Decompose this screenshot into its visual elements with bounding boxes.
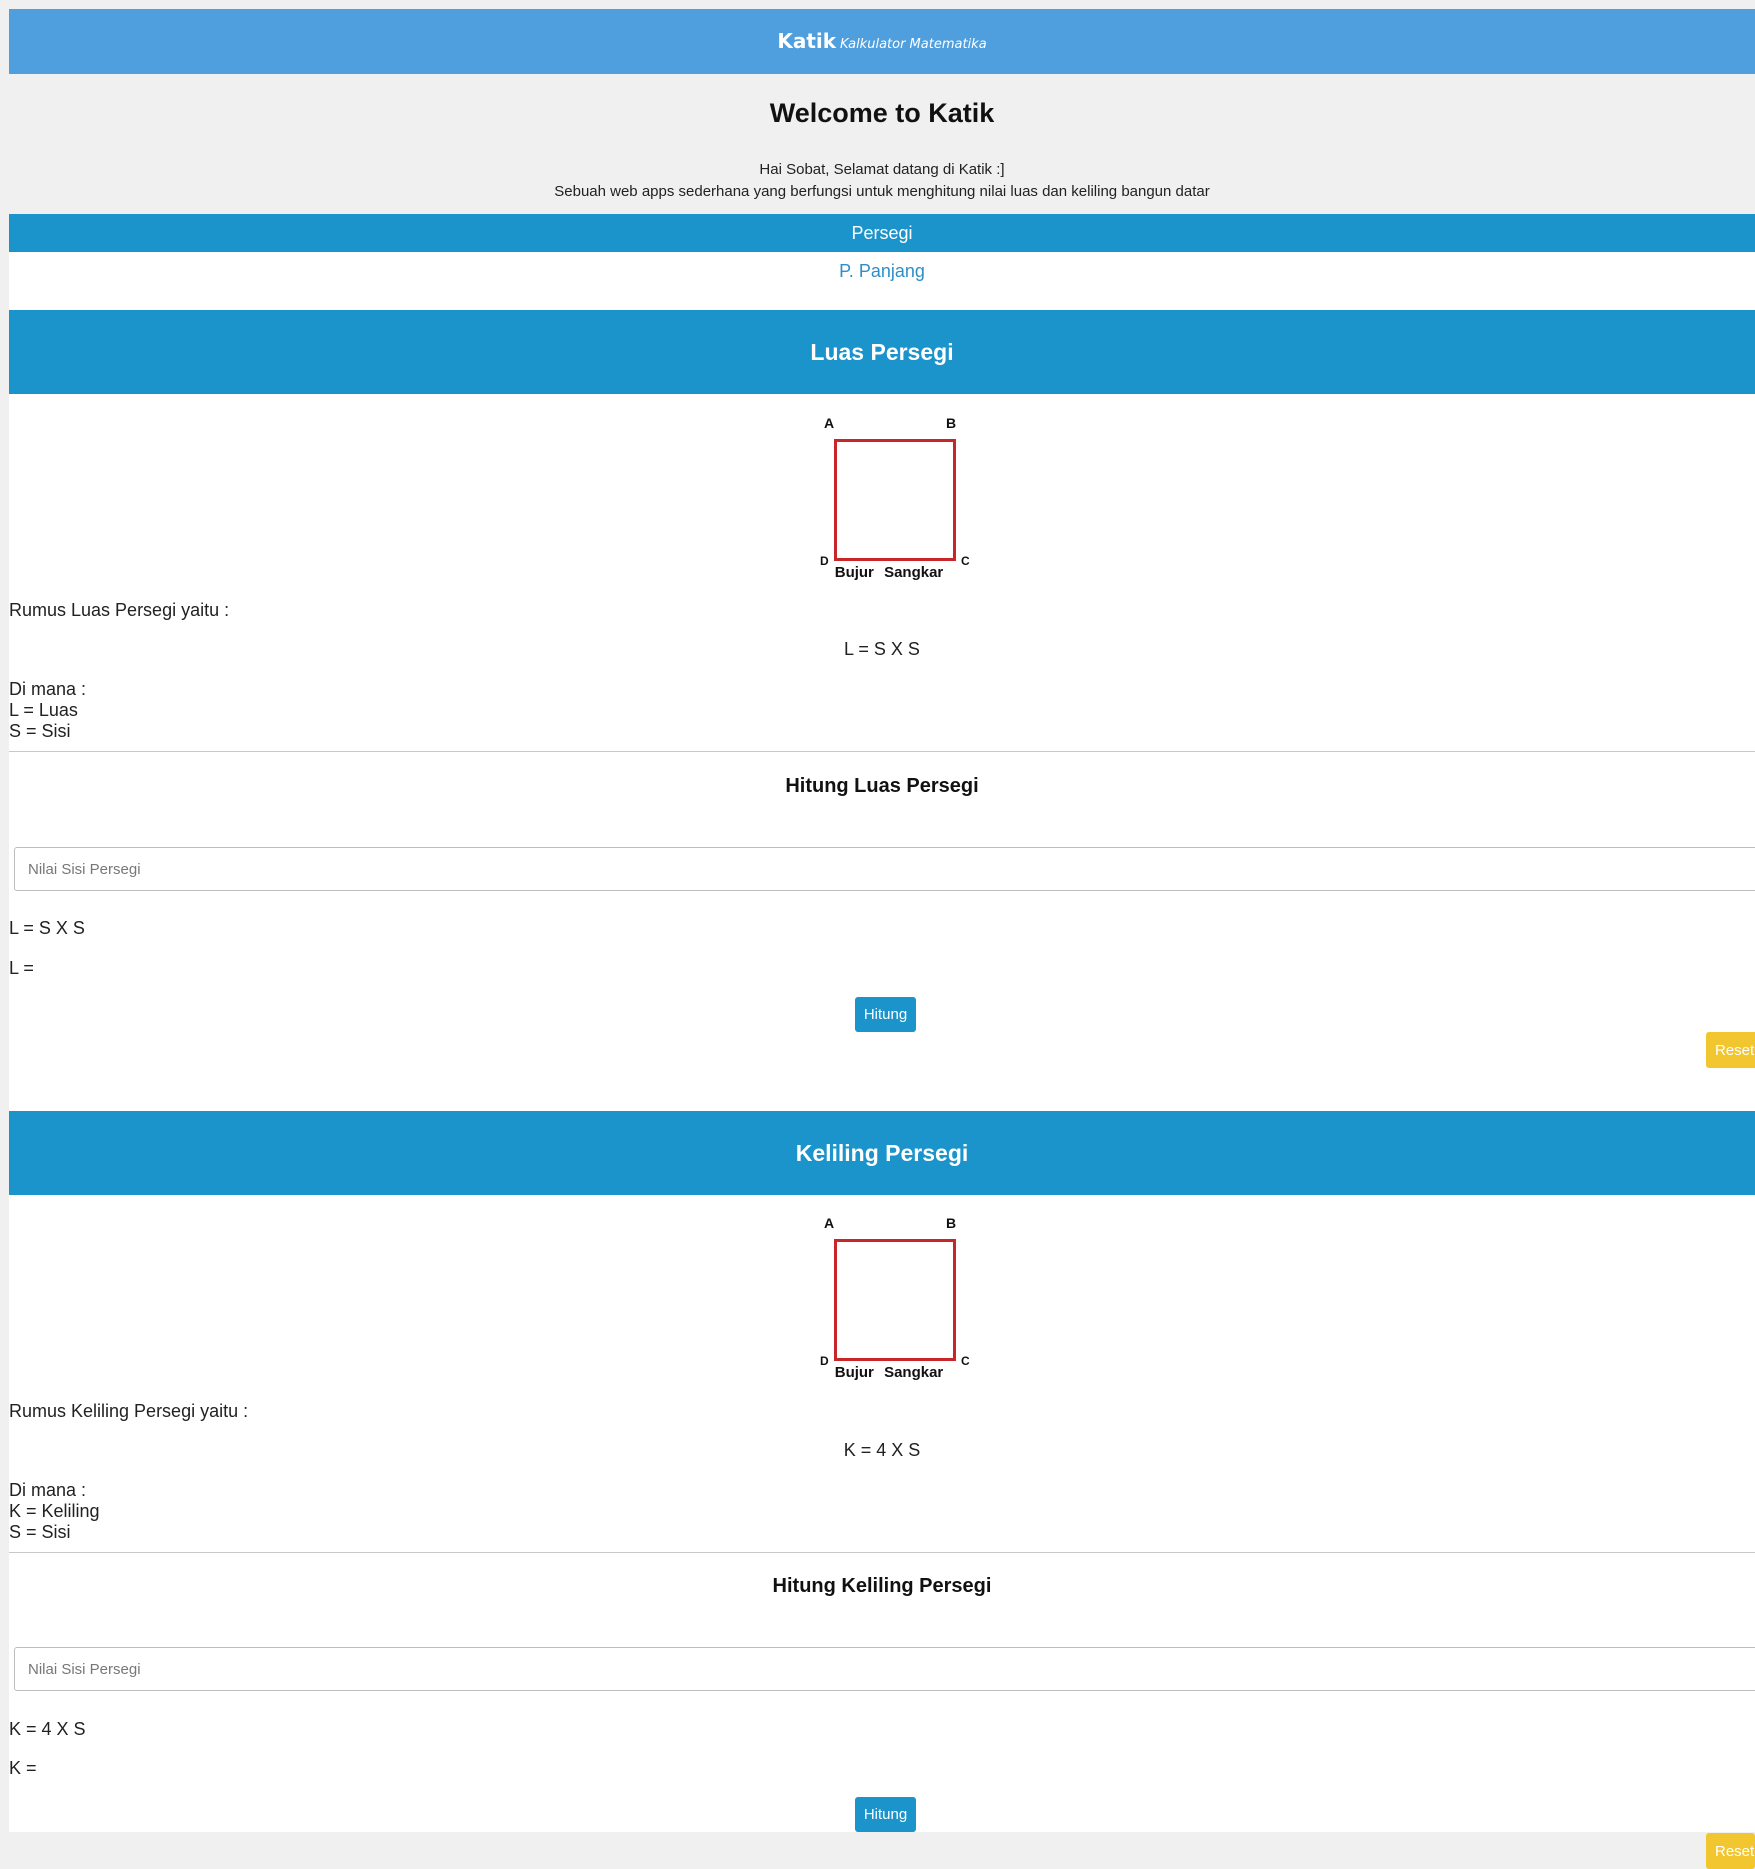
keliling-hitung-button[interactable]: Hitung	[855, 1797, 916, 1832]
brand-tagline: Kalkulator Matematika	[840, 37, 987, 52]
keliling-def-s: S = Sisi	[9, 1522, 71, 1542]
luas-square-diagram: A B D C Bujur Sangkar	[809, 414, 970, 584]
square-shape	[834, 1239, 956, 1361]
luas-result-formula: L = S X S	[9, 918, 85, 938]
corner-label-a: A	[824, 415, 835, 431]
keliling-formula: K = 4 X S	[843, 1440, 921, 1460]
keliling-sisi-input[interactable]	[14, 1647, 1755, 1691]
square-shape	[834, 439, 956, 561]
luas-result: L =	[9, 958, 34, 978]
tab-persegi-panjang[interactable]: P. Panjang	[9, 253, 1755, 289]
luas-banner: Luas Persegi	[9, 310, 1755, 394]
keliling-reset-button[interactable]: Reset	[1706, 1833, 1755, 1869]
divider	[9, 751, 1755, 752]
luas-sisi-input[interactable]	[14, 847, 1755, 891]
square-caption: Bujur Sangkar	[834, 564, 944, 581]
luas-formula: L = S X S	[844, 639, 920, 659]
keliling-banner: Keliling Persegi	[9, 1111, 1755, 1195]
top-navbar: Katik Kalkulator Matematika	[9, 9, 1755, 74]
corner-label-b: B	[946, 415, 957, 431]
intro-section: Welcome to Katik Hai Sobat, Selamat data…	[9, 74, 1755, 214]
luas-calc-title: Hitung Luas Persegi	[785, 775, 979, 797]
keliling-rumus-intro: Rumus Keliling Persegi yaitu :	[9, 1401, 249, 1421]
intro-description: Sebuah web apps sederhana yang berfungsi…	[554, 183, 1210, 200]
keliling-result-formula: K = 4 X S	[9, 1719, 86, 1739]
divider	[9, 1552, 1755, 1553]
luas-hitung-button[interactable]: Hitung	[855, 997, 916, 1032]
keliling-calc-title: Hitung Keliling Persegi	[772, 1575, 992, 1597]
keliling-result: K =	[9, 1758, 37, 1778]
intro-greeting: Hai Sobat, Selamat datang di Katik :]	[759, 161, 1005, 178]
luas-rumus-intro: Rumus Luas Persegi yaitu :	[9, 600, 230, 620]
page: Katik Kalkulator Matematika Welcome to Ka…	[9, 9, 1755, 1832]
page-title: Welcome to Katik	[769, 98, 995, 128]
corner-label-b: B	[946, 1215, 957, 1231]
tab-persegi[interactable]: Persegi	[9, 214, 1755, 252]
brand-logo[interactable]: Katik	[777, 29, 836, 53]
luas-def-l: L = Luas	[9, 700, 78, 720]
square-caption: Bujur Sangkar	[834, 1364, 944, 1381]
keliling-dimana: Di mana :	[9, 1480, 87, 1500]
keliling-square-diagram: A B D C Bujur Sangkar	[809, 1214, 970, 1384]
corner-label-a: A	[824, 1215, 835, 1231]
luas-def-s: S = Sisi	[9, 721, 71, 741]
luas-dimana: Di mana :	[9, 679, 87, 699]
keliling-def-k: K = Keliling	[9, 1501, 100, 1521]
luas-reset-button[interactable]: Reset	[1706, 1032, 1755, 1068]
